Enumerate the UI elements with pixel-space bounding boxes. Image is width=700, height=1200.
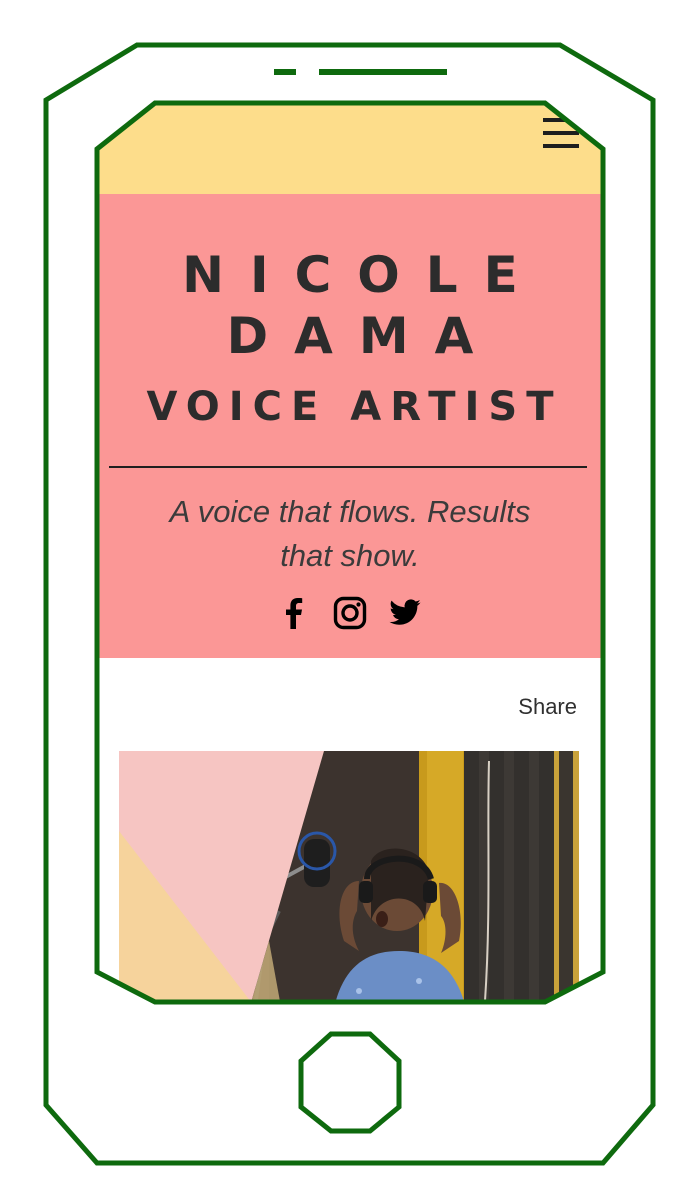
social-links xyxy=(277,596,427,630)
site-name-first: NICOLE xyxy=(182,246,544,304)
studio-photo xyxy=(119,751,579,1002)
top-bar xyxy=(97,102,603,194)
content-area: Share xyxy=(97,658,603,1002)
facebook-icon[interactable] xyxy=(277,596,311,630)
instagram-icon[interactable] xyxy=(333,596,367,630)
site-name-last: DAMA xyxy=(226,307,500,365)
home-button xyxy=(298,1031,402,1134)
share-button[interactable]: Share xyxy=(518,694,577,720)
phone-screen: NICOLE DAMA VOICE ARTIST A voice that fl… xyxy=(97,102,603,1002)
phone-sensor xyxy=(274,69,296,75)
phone-speaker xyxy=(319,69,447,75)
site-subtitle: VOICE ARTIST xyxy=(146,384,563,430)
hero-section: NICOLE DAMA VOICE ARTIST A voice that fl… xyxy=(97,194,603,658)
hamburger-menu-icon[interactable] xyxy=(543,118,579,152)
tagline: A voice that flows. Results that show. xyxy=(169,494,531,573)
twitter-icon[interactable] xyxy=(387,596,421,630)
divider xyxy=(109,466,587,468)
